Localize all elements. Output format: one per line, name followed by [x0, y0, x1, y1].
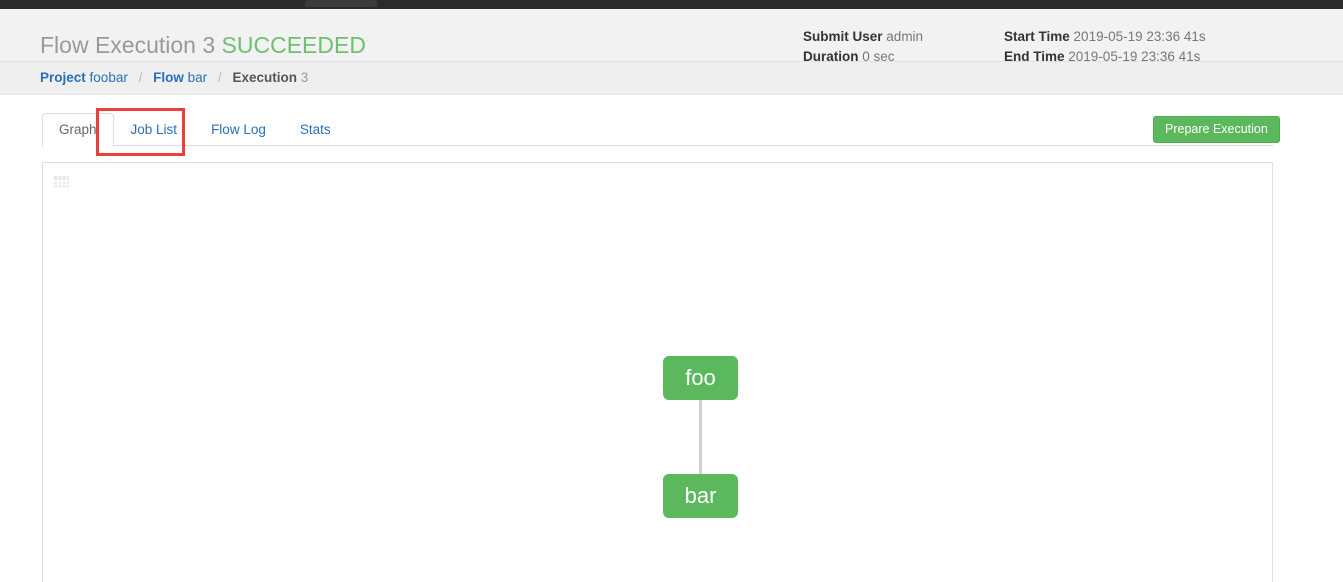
graph-panel: foo bar [42, 162, 1273, 582]
meta-label-submit-user: Submit User [803, 29, 883, 44]
meta-label-start-time: Start Time [1004, 29, 1070, 44]
graph-node-bar[interactable]: bar [663, 474, 738, 518]
page-header: Flow Execution 3 SUCCEEDED Submit User a… [0, 9, 1343, 64]
tab-flow-log[interactable]: Flow Log [194, 113, 283, 147]
meta-time-info: Start Time 2019-05-19 23:36 41s End Time… [1004, 27, 1206, 67]
meta-value-start-time: 2019-05-19 23:36 41s [1073, 29, 1206, 44]
tab-stats[interactable]: Stats [283, 113, 348, 147]
meta-value-submit-user: admin [886, 29, 924, 44]
breadcrumb-separator-1: / [138, 70, 143, 85]
tab-job-list[interactable]: Job List [114, 113, 195, 147]
breadcrumb-bar: Project foobar / Flow bar / Execution 3 [0, 62, 1343, 95]
breadcrumb: Project foobar / Flow bar / Execution 3 [40, 70, 308, 85]
meta-row-submit-user: Submit User admin [803, 27, 923, 47]
status-badge: SUCCEEDED [221, 32, 366, 58]
graph-node-foo[interactable]: foo [663, 356, 738, 400]
meta-submit-info: Submit User admin Duration 0 sec [803, 27, 923, 67]
prepare-execution-button[interactable]: Prepare Execution [1153, 116, 1280, 143]
breadcrumb-value-project[interactable]: foobar [90, 70, 128, 85]
breadcrumb-separator-2: / [217, 70, 222, 85]
browser-tab-strip [0, 0, 1343, 9]
graph-edge-foo-bar [699, 400, 702, 474]
tab-list: Graph Job List Flow Log Stats [42, 113, 348, 147]
breadcrumb-link-project[interactable]: Project [40, 70, 86, 85]
page-title: Flow Execution 3 SUCCEEDED [40, 32, 366, 59]
breadcrumb-link-flow[interactable]: Flow [153, 70, 184, 85]
tab-bar: Graph Job List Flow Log Stats [42, 113, 1273, 147]
browser-active-tab[interactable] [305, 0, 377, 7]
breadcrumb-value-execution: 3 [300, 70, 309, 85]
tab-graph[interactable]: Graph [42, 113, 114, 147]
page-title-text: Flow Execution 3 [40, 32, 216, 58]
graph-canvas[interactable]: foo bar [43, 163, 1272, 582]
meta-row-start-time: Start Time 2019-05-19 23:36 41s [1004, 27, 1206, 47]
breadcrumb-label-execution: Execution [232, 70, 297, 85]
breadcrumb-value-flow[interactable]: bar [188, 70, 208, 85]
